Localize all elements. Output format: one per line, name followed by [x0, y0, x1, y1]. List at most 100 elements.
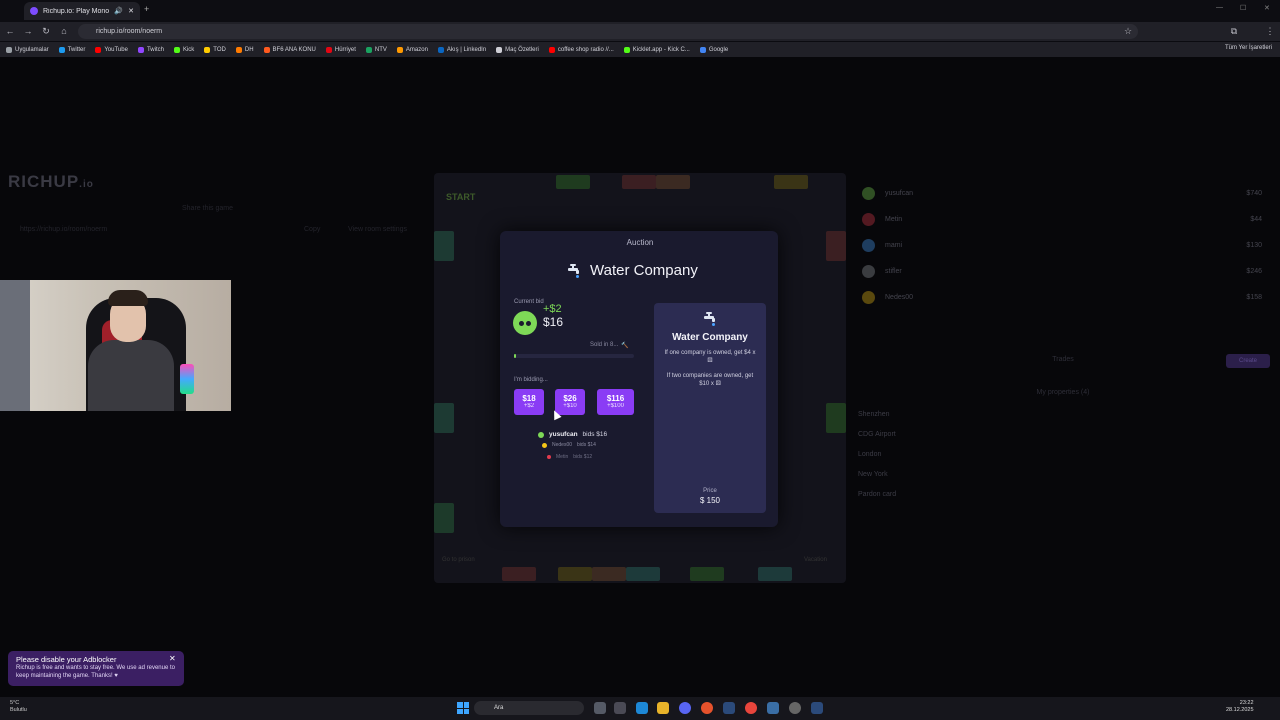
- bid-increment: +$100: [607, 403, 624, 409]
- app-icon[interactable]: [767, 702, 779, 714]
- my-property-item[interactable]: New York: [858, 471, 888, 478]
- bookmark-favicon-icon: [623, 46, 630, 53]
- player-row: stifler $246: [862, 262, 1262, 280]
- widgets-icon[interactable]: [614, 702, 626, 714]
- faucet-icon: [568, 263, 579, 278]
- sold-in-text: Sold in 8...: [590, 342, 619, 348]
- bookmark-item[interactable]: Maç Özetleri: [496, 46, 539, 53]
- bookmark-label: Uygulamalar: [15, 46, 49, 53]
- bookmark-item[interactable]: DH: [235, 46, 254, 53]
- bid-amount: $18: [522, 394, 536, 403]
- bookmark-favicon-icon: [548, 46, 555, 53]
- bookmark-item[interactable]: coffee shop radio //...: [548, 46, 614, 53]
- player-avatar: [862, 290, 875, 304]
- window-close-icon[interactable]: ✕: [1264, 4, 1270, 12]
- bookmark-item[interactable]: BF6 ANA KONU: [263, 46, 316, 53]
- file-explorer-icon[interactable]: [657, 702, 669, 714]
- extensions-icon[interactable]: ⧉: [1228, 25, 1240, 37]
- bookmark-item[interactable]: Kicklet.app - Kick C...: [623, 46, 690, 53]
- player-row: Metin $44: [862, 210, 1262, 228]
- bidder-name: yusufcan: [549, 431, 578, 438]
- taskbar-search-input[interactable]: Ara: [474, 701, 584, 715]
- browser-tab[interactable]: Richup.io: Play Monopoly o 🔊 ✕: [24, 2, 140, 20]
- bookmark-item[interactable]: Hürriyet: [325, 46, 356, 53]
- steam-icon[interactable]: [723, 702, 735, 714]
- bookmark-item[interactable]: YouTube: [95, 46, 128, 53]
- discord-icon[interactable]: [679, 702, 691, 714]
- board-cell: [758, 567, 792, 581]
- copy-link-button[interactable]: Copy: [304, 226, 320, 233]
- bookmark-label: coffee shop radio //...: [557, 46, 614, 53]
- weather-widget[interactable]: 5°C Bulutlu: [10, 700, 27, 714]
- bid-button-small[interactable]: $18 +$2: [514, 389, 544, 415]
- bookmark-label: Kicklet.app - Kick C...: [632, 46, 690, 53]
- bookmark-item[interactable]: Google: [699, 46, 728, 53]
- maximize-icon[interactable]: ☐: [1240, 4, 1246, 12]
- menu-icon[interactable]: ⋮: [1264, 25, 1276, 37]
- view-room-settings-button[interactable]: View room settings: [348, 226, 407, 233]
- audio-icon[interactable]: 🔊: [114, 7, 123, 15]
- bookmark-item[interactable]: Twitch: [137, 46, 164, 53]
- bookmark-item[interactable]: TOD: [204, 46, 226, 53]
- taskbar-clock[interactable]: 23:22 28.12.2025: [1226, 700, 1254, 714]
- bookmark-label: Twitch: [146, 46, 164, 53]
- current-bid-increment: +$2: [543, 303, 562, 315]
- player-name: Metin: [885, 215, 903, 223]
- all-bookmarks-link[interactable]: Tüm Yer İşaretleri: [1225, 45, 1272, 51]
- windows-start-icon[interactable]: [457, 702, 469, 714]
- bookmark-label: YouTube: [104, 46, 128, 53]
- auction-property-name: Water Company: [590, 262, 698, 279]
- board-cell: [626, 567, 660, 581]
- my-property-item[interactable]: CDG Airport: [858, 431, 896, 438]
- board-cell: [826, 231, 846, 261]
- chrome-icon[interactable]: [745, 702, 757, 714]
- bookmark-favicon-icon: [437, 46, 444, 53]
- reload-icon[interactable]: ↻: [40, 25, 52, 37]
- new-tab-icon[interactable]: +: [144, 4, 149, 14]
- bid-button-medium[interactable]: $26 +$10: [555, 389, 585, 415]
- board-cell: [434, 231, 454, 261]
- player-name: Nedes00: [885, 293, 914, 301]
- auction-timer-fill: [514, 354, 516, 358]
- create-trade-button[interactable]: Create: [1226, 354, 1270, 368]
- rule-one-text: If one company is owned, get $4 x: [664, 350, 756, 356]
- bookmark-label: Amazon: [405, 46, 428, 53]
- back-icon[interactable]: ←: [4, 25, 16, 37]
- tab-close-icon[interactable]: ✕: [128, 7, 134, 15]
- bookmark-star-icon[interactable]: ☆: [1122, 25, 1134, 37]
- board-cell: [556, 175, 590, 189]
- my-property-item[interactable]: Shenzhen: [858, 411, 890, 418]
- bookmark-favicon-icon: [204, 46, 211, 53]
- bid-button-large[interactable]: $116 +$100: [597, 389, 634, 415]
- settings-icon[interactable]: [789, 702, 801, 714]
- forward-icon[interactable]: →: [22, 25, 34, 37]
- bookmark-item[interactable]: Twitter: [58, 46, 86, 53]
- task-view-icon[interactable]: [594, 702, 606, 714]
- home-icon[interactable]: ⌂: [58, 25, 70, 37]
- bookmark-item[interactable]: NTV: [365, 46, 387, 53]
- share-label: Share this game: [182, 205, 233, 212]
- bookmark-favicon-icon: [137, 46, 144, 53]
- faucet-icon: [704, 312, 715, 326]
- tab-title: Richup.io: Play Monopoly o: [43, 7, 110, 15]
- room-link-field[interactable]: https://richup.io/room/noerm: [20, 226, 280, 236]
- steam-icon[interactable]: [811, 702, 823, 714]
- bid-increment: +$10: [563, 403, 577, 409]
- bookmark-label: TOD: [213, 46, 226, 53]
- bookmark-item[interactable]: Akış | LinkedIn: [437, 46, 486, 53]
- bookmark-label: Twitter: [67, 46, 86, 53]
- url-input[interactable]: richup.io/room/noerm: [78, 24, 1138, 39]
- board-cell: [502, 567, 536, 581]
- app-icon[interactable]: [701, 702, 713, 714]
- toast-close-icon[interactable]: ✕: [169, 654, 176, 663]
- avatar-eye: [519, 321, 524, 326]
- bookmark-item[interactable]: Kick: [173, 46, 194, 53]
- my-property-item[interactable]: London: [858, 451, 881, 458]
- my-property-item[interactable]: Pardon card: [858, 491, 896, 498]
- bookmark-item[interactable]: Amazon: [396, 46, 428, 53]
- player-avatar: [862, 186, 875, 200]
- minimize-icon[interactable]: —: [1216, 4, 1223, 11]
- bookmark-favicon-icon: [58, 46, 65, 53]
- bookmark-item[interactable]: Uygulamalar: [6, 46, 49, 53]
- edge-icon[interactable]: [636, 702, 648, 714]
